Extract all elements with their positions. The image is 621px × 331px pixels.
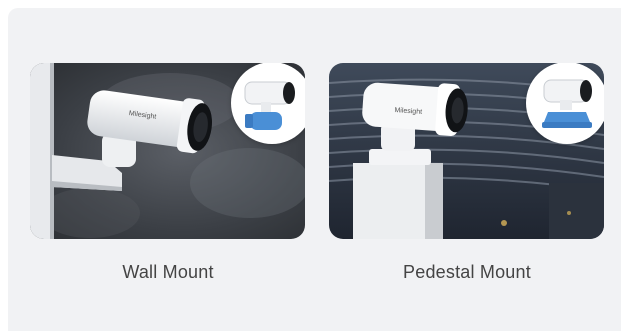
wall-mount-card[interactable]: Milesight xyxy=(30,63,305,239)
pedestal-mount-card[interactable]: Milesight xyxy=(329,63,604,239)
wall-mount-label: Wall Mount xyxy=(122,262,214,282)
pedestal-mount-label: Pedestal Mount xyxy=(403,262,531,282)
wall-mount-badge xyxy=(231,63,305,144)
wall-mount-bracket-icon xyxy=(244,81,295,130)
pedestal-mount-bracket-icon xyxy=(542,79,592,128)
pedestal-mount-badge xyxy=(526,63,604,144)
